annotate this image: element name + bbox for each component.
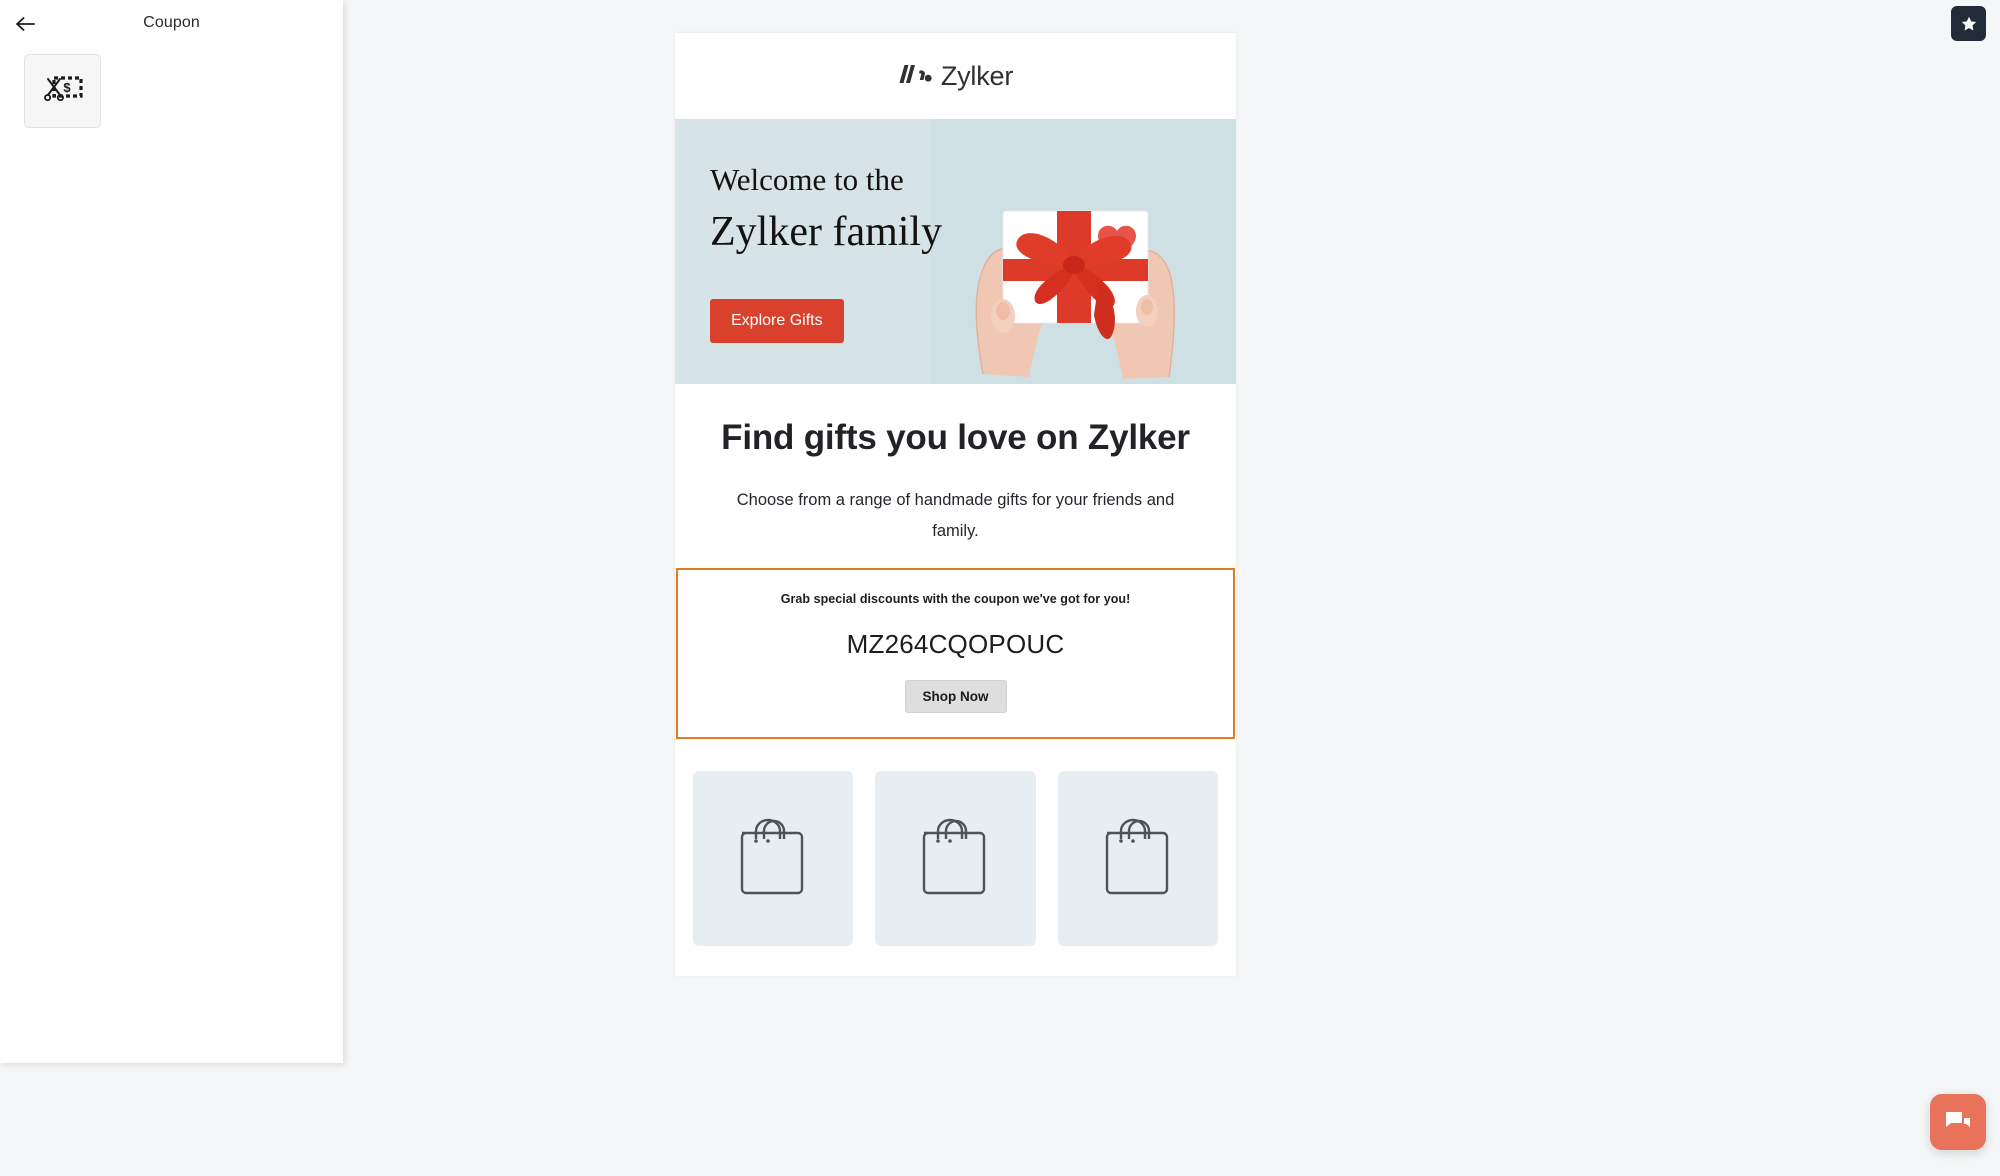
brand-name: Zylker <box>940 60 1014 91</box>
zylker-logo-icon <box>898 62 932 91</box>
email-subtext: Choose from a range of handmade gifts fo… <box>736 491 1175 540</box>
brand-logo: Zylker <box>898 61 1013 92</box>
star-icon[interactable] <box>1951 6 1986 41</box>
shop-now-button[interactable]: Shop Now <box>904 680 1007 714</box>
email-brand-header: Zylker <box>675 33 1236 119</box>
coupon-code: MZ264CQOPOUC <box>846 629 1065 660</box>
app-root: Zylker Welcome to the Zylker family Expl… <box>0 0 2000 1176</box>
coupon-element-card[interactable]: $ <box>24 54 101 128</box>
shopping-bag-icon <box>1101 813 1175 904</box>
email-canvas: Zylker Welcome to the Zylker family Expl… <box>343 0 2000 1176</box>
email-headline: Find gifts you love on Zylker <box>721 418 1190 457</box>
coupon-scissors-dollar-icon: $ <box>42 71 84 112</box>
product-card-row <box>675 739 1236 977</box>
coupon-side-panel: Coupon $ <box>0 0 343 1063</box>
coupon-block[interactable]: Grab special discounts with the coupon w… <box>676 568 1235 740</box>
explore-gifts-button[interactable]: Explore Gifts <box>710 299 844 343</box>
hero-line-1: Welcome to the <box>710 162 904 197</box>
svg-text:$: $ <box>63 80 71 95</box>
product-card[interactable] <box>1057 771 1218 947</box>
chat-bubble-icon[interactable] <box>1930 1094 1986 1150</box>
panel-title: Coupon <box>143 14 200 31</box>
hero-copy: Welcome to the Zylker family <box>710 162 943 259</box>
panel-header: Coupon <box>0 0 343 46</box>
hero-line-2: Zylker family <box>710 209 943 256</box>
coupon-caption: Grab special discounts with the coupon w… <box>780 592 1131 607</box>
email-hero: Welcome to the Zylker family Explore Gif… <box>675 119 1236 384</box>
back-arrow-icon[interactable] <box>12 10 40 38</box>
email-body: Find gifts you love on Zylker Choose fro… <box>675 384 1236 740</box>
shopping-bag-icon <box>918 813 992 904</box>
hands-holding-gift-box-image <box>931 119 1236 384</box>
product-card[interactable] <box>693 771 854 947</box>
email-preview: Zylker Welcome to the Zylker family Expl… <box>675 33 1236 977</box>
shopping-bag-icon <box>736 813 810 904</box>
product-card[interactable] <box>875 771 1036 947</box>
